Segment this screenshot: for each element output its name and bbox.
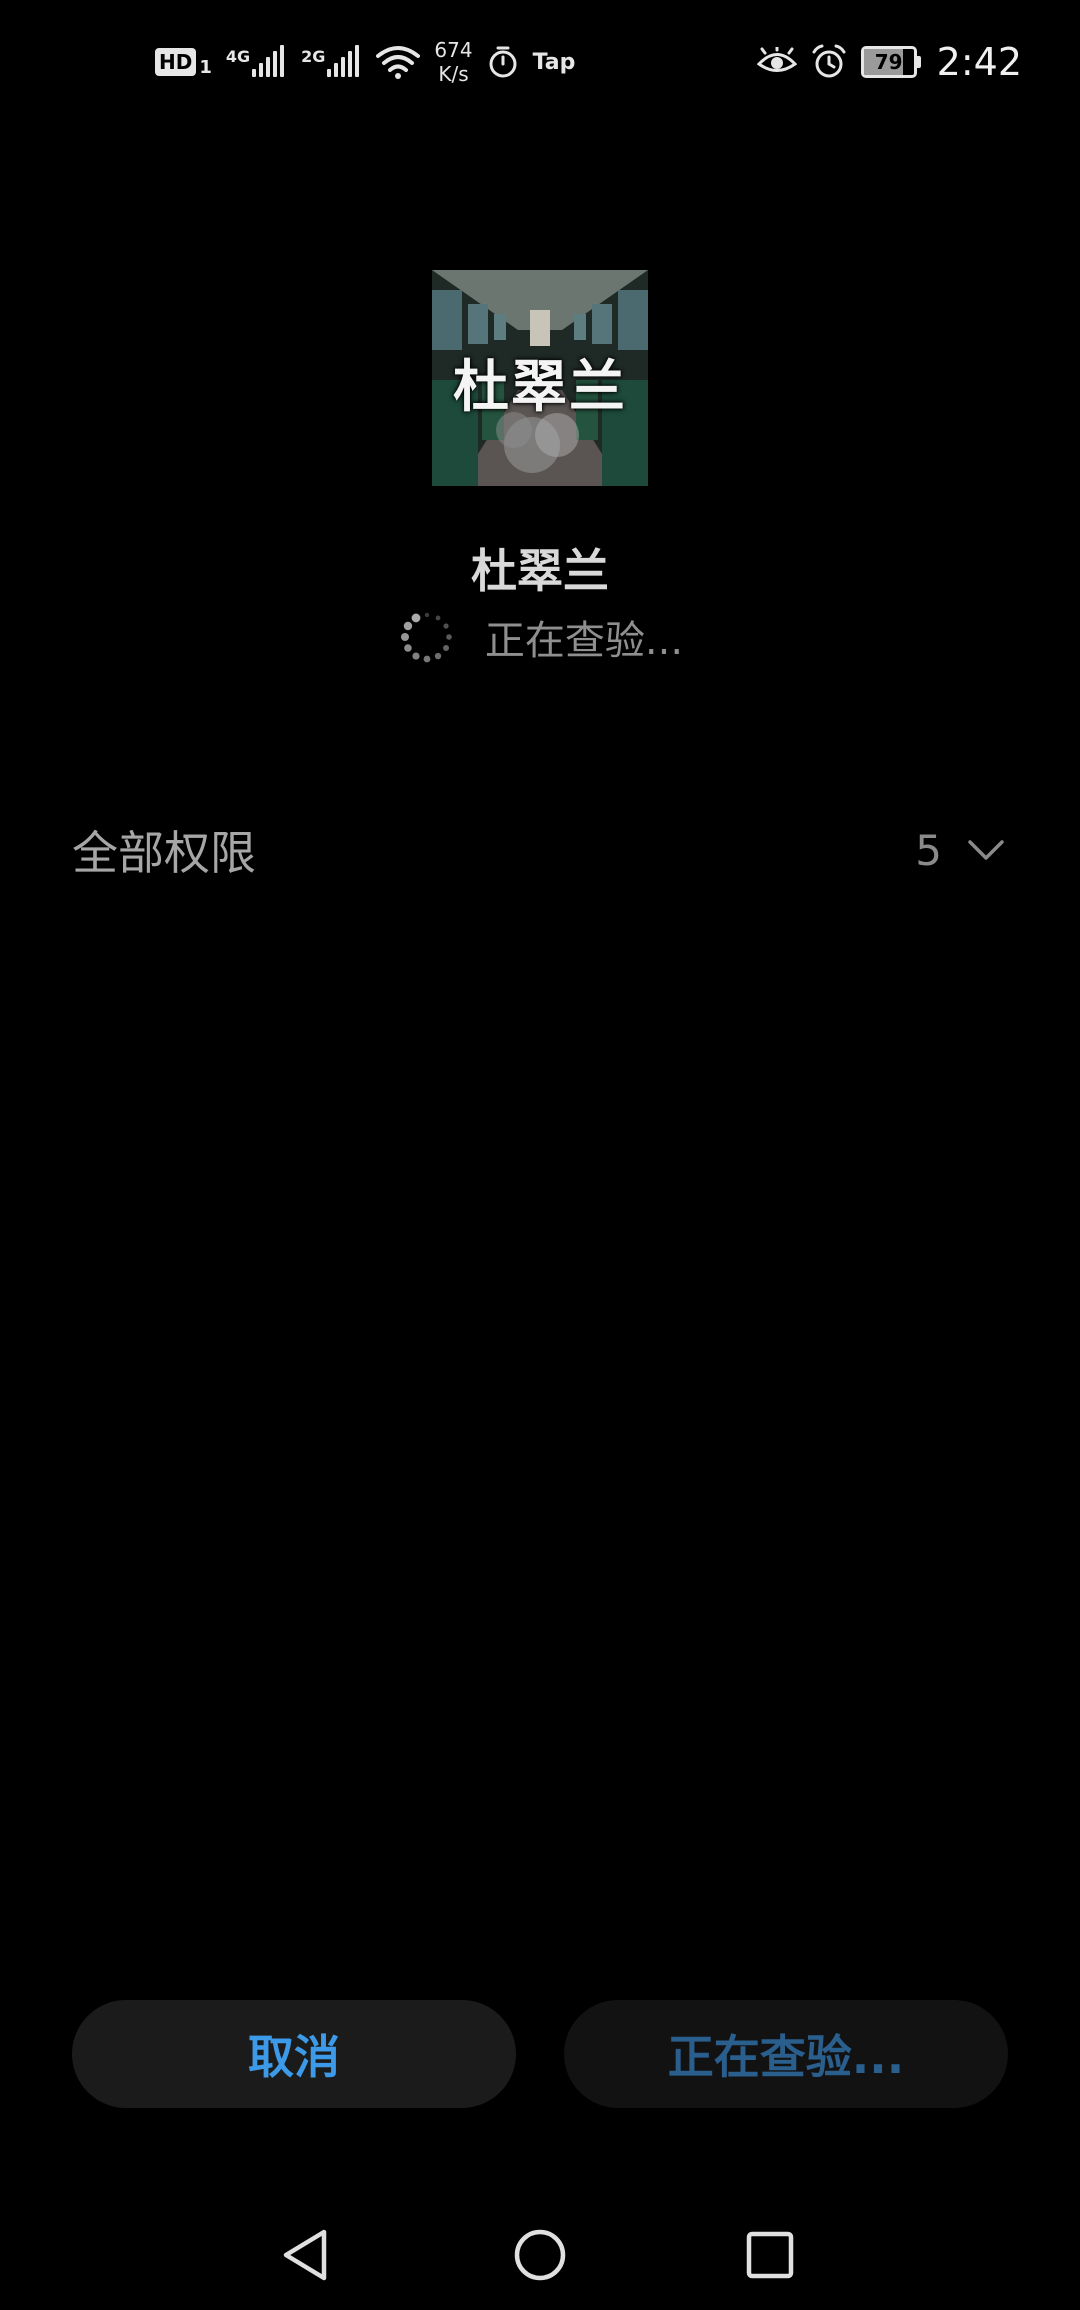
permissions-count: 5 [915,825,942,875]
hd-icon: HD 1 [155,47,212,78]
spinner-dot [412,652,420,660]
navigation-bar [0,2200,1080,2310]
signal-bars [327,45,362,77]
back-icon[interactable] [272,2220,342,2290]
hd-sim-label: 1 [199,56,212,78]
cancel-button[interactable]: 取消 [72,2000,516,2108]
net-type-2g: 2G [301,47,326,66]
spinner-dot [446,634,452,640]
network-speed-value: 674 [434,38,473,62]
net-type-4g: 4G [225,47,251,66]
spinner-dot [400,633,409,641]
tap-icon: Tap [532,49,576,75]
spinner-dot [404,644,412,652]
recents-icon[interactable] [735,2220,805,2290]
battery-tip [916,56,921,68]
network-speed-unit: K/s [438,62,469,86]
timer-icon [489,46,517,78]
permissions-count-group: 5 [915,826,1008,875]
spinner-dot [434,652,442,660]
battery-icon: 79 [860,46,921,78]
loading-spinner-icon [400,612,452,663]
all-permissions-label: 全部权限 [72,826,256,880]
wifi-icon [376,46,421,79]
spinner-dot [443,623,449,629]
checking-status: 正在查验... [0,607,1080,667]
chevron-down-icon[interactable] [964,828,1008,872]
signal-bars [252,45,287,77]
app-icon: 杜翠兰 [432,270,648,486]
spinner-dot [442,645,449,651]
hd-label: HD [155,48,197,76]
app-icon-title: 杜翠兰 [453,354,627,420]
battery-level: 79 [874,50,903,74]
network-speed: 674 K/s [434,38,472,86]
status-time: 2:42 [936,40,1022,84]
app-name: 杜翠兰 [471,544,609,598]
alarm-icon [812,44,846,78]
spinner-dot [403,621,413,631]
all-permissions-row[interactable]: 全部权限 5 [72,815,1008,885]
spinner-dot [423,655,431,663]
status-bar-left: HD 1 4G 2G 674 K/s Tap [155,36,589,88]
signal-icon-4g: 4G [225,45,287,77]
eye-icon [756,47,797,72]
status-bar-right: 79 2:42 [743,34,1022,90]
install-button[interactable]: 正在查验... [564,2000,1008,2108]
spinner-dot [411,613,421,623]
battery-body: 79 [860,46,917,78]
checking-status-text: 正在查验... [484,618,684,664]
signal-icon-2g: 2G [301,45,362,77]
home-icon[interactable] [505,2220,575,2290]
spinner-dot [424,612,430,618]
status-bar: HD 1 4G 2G 674 K/s Tap 79 2:42 [0,0,1080,120]
spinner-dot [435,615,441,621]
